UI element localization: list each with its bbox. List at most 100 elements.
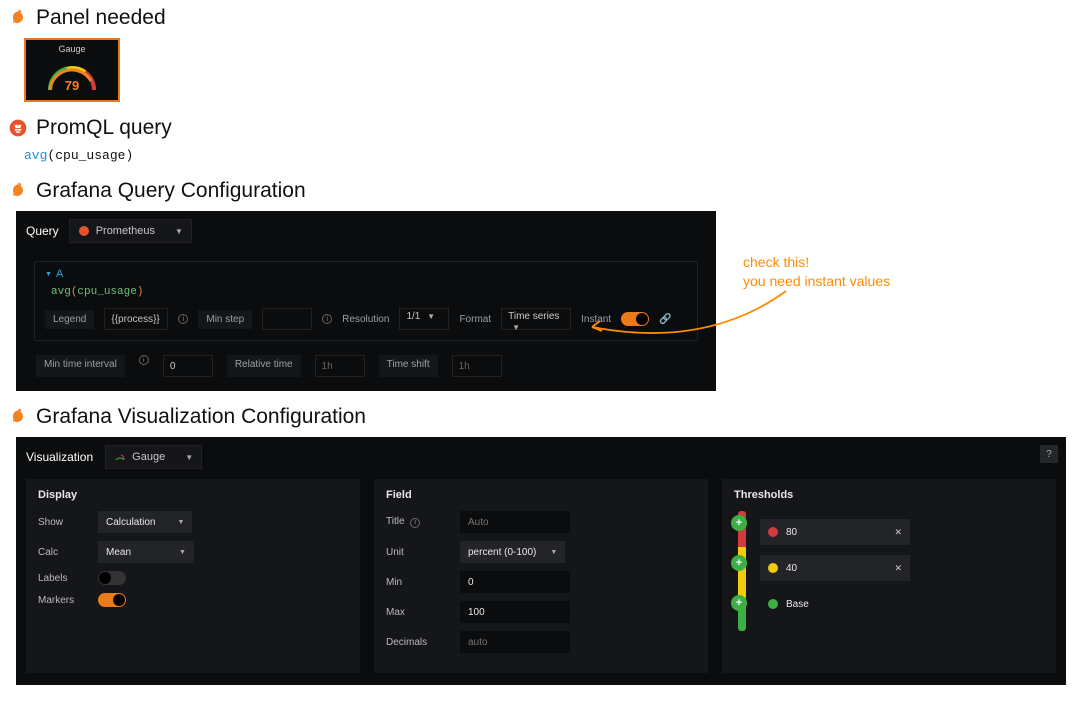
instant-label: Instant bbox=[581, 314, 611, 325]
prometheus-icon bbox=[78, 225, 90, 237]
markers-label: Markers bbox=[38, 595, 88, 606]
display-header: Display bbox=[38, 489, 348, 501]
display-column: Display Show Calculation▼ Calc Mean▼ Lab… bbox=[26, 479, 360, 673]
grafana-icon bbox=[8, 8, 28, 28]
threshold-row[interactable]: 80 ✕ bbox=[760, 519, 910, 545]
thresholds-column: Thresholds + + + 80 ✕ 40 ✕ bbox=[722, 479, 1056, 673]
chevron-down-icon: ▼ bbox=[45, 271, 52, 278]
chevron-down-icon: ▼ bbox=[512, 323, 520, 332]
labels-toggle[interactable] bbox=[98, 571, 126, 585]
query-row-a: ▼ A avg(cpu_usage) Legend i Min step i R… bbox=[34, 261, 698, 341]
chevron-down-icon: ▼ bbox=[427, 312, 435, 321]
section-promql: PromQL query bbox=[8, 116, 1072, 140]
info-icon[interactable]: i bbox=[322, 314, 332, 324]
title-input[interactable] bbox=[460, 511, 570, 533]
instant-toggle[interactable] bbox=[621, 312, 649, 326]
chevron-down-icon: ▼ bbox=[177, 519, 184, 526]
field-column: Field Title i Unit percent (0-100)▼ Min … bbox=[374, 479, 708, 673]
viz-type-picker[interactable]: Gauge ▼ bbox=[105, 445, 202, 469]
promql-fn: avg bbox=[24, 148, 47, 163]
min-interval-input[interactable] bbox=[163, 355, 213, 377]
threshold-row[interactable]: Base bbox=[760, 591, 910, 617]
remove-threshold-button[interactable]: ✕ bbox=[894, 527, 902, 538]
gauge-value: 79 bbox=[65, 78, 79, 93]
section-queryconf: Grafana Query Configuration bbox=[8, 179, 1072, 203]
section-title: Grafana Visualization Configuration bbox=[36, 405, 366, 429]
grafana-icon bbox=[8, 181, 28, 201]
info-icon[interactable]: i bbox=[410, 518, 420, 528]
viz-type-name: Gauge bbox=[132, 451, 165, 463]
section-vizconf: Grafana Visualization Configuration bbox=[8, 405, 1072, 429]
add-threshold-button[interactable]: + bbox=[731, 595, 747, 611]
threshold-color-dot[interactable] bbox=[768, 527, 778, 537]
field-header: Field bbox=[386, 489, 696, 501]
annotation-line2: you need instant values bbox=[743, 272, 983, 291]
threshold-value: Base bbox=[786, 599, 902, 610]
query-row-toggle[interactable]: ▼ A bbox=[45, 268, 687, 280]
add-threshold-button[interactable]: + bbox=[731, 515, 747, 531]
section-title: PromQL query bbox=[36, 116, 172, 140]
decimals-input[interactable] bbox=[460, 631, 570, 653]
help-button[interactable]: ? bbox=[1040, 445, 1058, 463]
min-input[interactable] bbox=[460, 571, 570, 593]
markers-toggle[interactable] bbox=[98, 593, 126, 607]
chevron-down-icon: ▼ bbox=[185, 453, 193, 462]
section-title: Panel needed bbox=[36, 6, 166, 30]
datasource-name: Prometheus bbox=[96, 225, 155, 237]
info-icon[interactable]: i bbox=[139, 355, 149, 365]
promql-arg: cpu_usage bbox=[55, 148, 125, 163]
visualization-tab[interactable]: Visualization bbox=[26, 450, 93, 464]
info-icon[interactable]: i bbox=[178, 314, 188, 324]
timeshift-label: Time shift bbox=[379, 355, 438, 377]
visualization-editor-panel: Visualization Gauge ▼ ? Display Show Cal… bbox=[16, 437, 1066, 685]
min-label: Min bbox=[386, 577, 450, 588]
format-label: Format bbox=[459, 314, 491, 325]
remove-threshold-button[interactable]: ✕ bbox=[894, 563, 902, 574]
resolution-label: Resolution bbox=[342, 314, 389, 325]
legend-label: Legend bbox=[45, 310, 94, 329]
link-icon[interactable]: 🔗 bbox=[659, 314, 671, 325]
prometheus-icon bbox=[8, 118, 28, 138]
format-select[interactable]: Time series ▼ bbox=[501, 308, 571, 330]
annotation: check this! you need instant values bbox=[743, 253, 983, 291]
gauge-graphic: 79 bbox=[42, 56, 102, 96]
threshold-row[interactable]: 40 ✕ bbox=[760, 555, 910, 581]
annotation-line1: check this! bbox=[743, 253, 983, 272]
query-row-letter: A bbox=[56, 268, 63, 280]
min-interval-label: Min time interval bbox=[36, 355, 125, 377]
timeshift-input[interactable] bbox=[452, 355, 502, 377]
show-label: Show bbox=[38, 517, 88, 528]
chevron-down-icon: ▼ bbox=[175, 227, 183, 236]
resolution-select[interactable]: 1/1 ▼ bbox=[399, 308, 449, 330]
thresholds-header: Thresholds bbox=[734, 489, 1044, 501]
threshold-color-dot[interactable] bbox=[768, 599, 778, 609]
calc-select[interactable]: Mean▼ bbox=[98, 541, 194, 563]
reltime-input[interactable] bbox=[315, 355, 365, 377]
gauge-preview-panel: Gauge 79 bbox=[24, 38, 120, 102]
decimals-label: Decimals bbox=[386, 637, 450, 648]
show-select[interactable]: Calculation▼ bbox=[98, 511, 192, 533]
promql-code: avg(cpu_usage) bbox=[24, 148, 1072, 163]
threshold-value[interactable]: 40 bbox=[786, 563, 886, 574]
add-threshold-button[interactable]: + bbox=[731, 555, 747, 571]
minstep-input[interactable] bbox=[262, 308, 312, 330]
reltime-label: Relative time bbox=[227, 355, 301, 377]
chevron-down-icon: ▼ bbox=[179, 549, 186, 556]
datasource-picker[interactable]: Prometheus ▼ bbox=[69, 219, 192, 243]
minstep-label: Min step bbox=[198, 310, 252, 329]
section-title: Grafana Query Configuration bbox=[36, 179, 306, 203]
gauge-icon bbox=[114, 451, 126, 463]
max-input[interactable] bbox=[460, 601, 570, 623]
unit-select[interactable]: percent (0-100)▼ bbox=[460, 541, 565, 563]
threshold-color-dot[interactable] bbox=[768, 563, 778, 573]
unit-label: Unit bbox=[386, 547, 450, 558]
query-text-input[interactable]: avg(cpu_usage) bbox=[51, 286, 687, 298]
legend-input[interactable] bbox=[104, 308, 168, 330]
query-tab[interactable]: Query bbox=[26, 224, 59, 238]
grafana-icon bbox=[8, 407, 28, 427]
calc-label: Calc bbox=[38, 547, 88, 558]
query-editor-panel: Query Prometheus ▼ ▼ A avg(cpu_usage) Le… bbox=[16, 211, 716, 391]
gauge-title: Gauge bbox=[58, 44, 85, 54]
threshold-value[interactable]: 80 bbox=[786, 527, 886, 538]
title-label: Title i bbox=[386, 516, 450, 528]
